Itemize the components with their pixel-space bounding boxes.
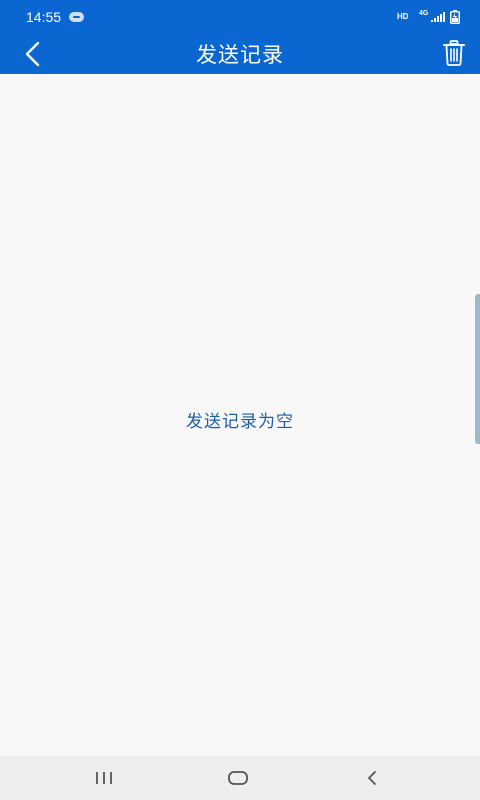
message-icon: [69, 12, 84, 22]
home-button[interactable]: [208, 760, 268, 796]
recent-apps-icon: [96, 772, 112, 784]
status-bar: 14:55 HD 4G: [0, 0, 480, 34]
status-time: 14:55: [26, 9, 62, 25]
navigation-bar: [0, 756, 480, 800]
trash-icon: [443, 40, 465, 66]
home-icon: [228, 771, 248, 785]
back-icon: [368, 771, 376, 785]
app-bar: 发送记录: [0, 34, 480, 74]
send-records-list[interactable]: 发送记录为空: [0, 74, 480, 756]
empty-state-message: 发送记录为空: [186, 412, 294, 432]
signal-icon: [431, 12, 445, 22]
system-back-button[interactable]: [342, 760, 402, 796]
delete-button[interactable]: [436, 35, 472, 71]
network-label: 4G: [419, 10, 429, 17]
scroll-indicator[interactable]: [475, 294, 480, 444]
battery-icon: [450, 10, 460, 24]
hd-label: HD: [397, 12, 409, 21]
recent-apps-button[interactable]: [74, 760, 134, 796]
page-title: 发送记录: [196, 43, 284, 67]
